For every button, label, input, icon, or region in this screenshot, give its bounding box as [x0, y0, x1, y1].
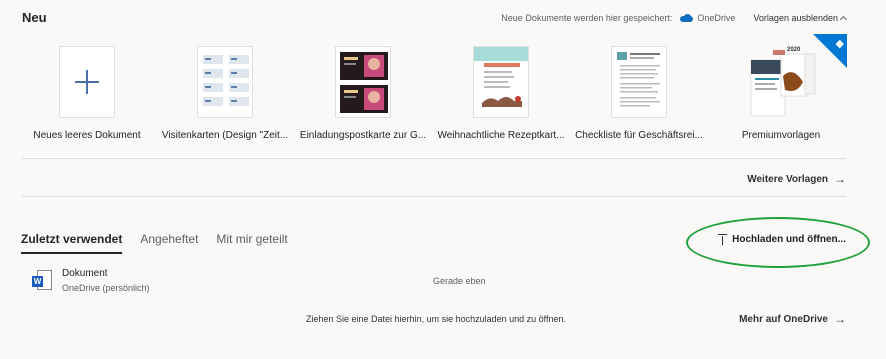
tab-shared[interactable]: Mit mir geteilt: [216, 232, 287, 254]
save-location-name: OneDrive: [697, 13, 736, 23]
template-thumbnail: [611, 46, 667, 118]
template-thumbnail: [197, 46, 253, 118]
template-label: Premiumvorlagen: [741, 130, 821, 141]
file-tabs: Zuletzt verwendet Angeheftet Mit mir get…: [21, 232, 288, 254]
diamond-icon: ◆: [835, 38, 844, 50]
word-document-icon: W: [32, 270, 52, 290]
file-modified-time: Gerade eben: [433, 276, 486, 286]
divider: [22, 196, 846, 197]
chevron-up-icon: [839, 15, 848, 24]
arrow-right-icon: →: [834, 312, 846, 326]
plus-icon: [75, 70, 99, 94]
tab-recent[interactable]: Zuletzt verwendet: [21, 232, 123, 254]
template-business-cards[interactable]: Visitenkarten (Design "Zeit...: [160, 46, 290, 141]
onedrive-cloud-icon: [680, 14, 694, 22]
file-name: Dokument: [62, 268, 108, 279]
template-label: Neues leeres Dokument: [33, 130, 141, 141]
save-location-text: Neue Dokumente werden hier gespeichert:: [501, 13, 673, 23]
more-onedrive-label: Mehr auf OneDrive: [739, 313, 828, 325]
checklist-preview: [617, 52, 660, 107]
hide-templates-button[interactable]: Vorlagen ausblenden: [753, 13, 848, 24]
template-christmas-recipe-card[interactable]: Weihnachtliche Rezeptkart...: [436, 46, 566, 141]
more-onedrive-link[interactable]: Mehr auf OneDrive →: [739, 312, 846, 326]
premium-thumbnail: 2020: [745, 46, 817, 118]
template-travel-checklist[interactable]: Checkliste für Geschäftsrei...: [574, 46, 704, 141]
highlight-oval: [686, 217, 870, 268]
table-row[interactable]: W Dokument OneDrive (persönlich) Gerade …: [30, 266, 850, 296]
more-templates-link[interactable]: Weitere Vorlagen →: [747, 172, 846, 186]
template-thumbnail: [473, 46, 529, 118]
business-cards-preview: [203, 55, 249, 106]
drop-hint: Ziehen Sie eine Datei hierhin, um sie ho…: [306, 314, 567, 324]
template-invitation-postcard[interactable]: Einladungspostkarte zur G...: [298, 46, 428, 141]
invitation-preview: [340, 52, 388, 113]
template-label: Visitenkarten (Design "Zeit...: [161, 130, 289, 141]
template-label: Einladungspostkarte zur G...: [299, 130, 427, 141]
template-label: Checkliste für Geschäftsrei...: [575, 130, 703, 141]
template-thumbnail: [59, 46, 115, 118]
section-title-new: Neu: [22, 10, 47, 25]
tab-pinned[interactable]: Angeheftet: [140, 232, 198, 254]
template-thumbnail: [335, 46, 391, 118]
template-blank-document[interactable]: Neues leeres Dokument: [22, 46, 152, 141]
save-location-bar: Neue Dokumente werden hier gespeichert: …: [501, 13, 848, 24]
premium-year-label: 2020: [787, 47, 801, 53]
template-label: Weihnachtliche Rezeptkart...: [437, 130, 565, 141]
divider: [22, 158, 846, 159]
word-badge: W: [32, 276, 43, 287]
premium-preview: [750, 50, 816, 117]
hide-templates-label: Vorlagen ausblenden: [753, 13, 838, 23]
recipe-card-preview: [474, 47, 528, 107]
more-templates-label: Weitere Vorlagen: [747, 173, 828, 185]
arrow-right-icon: →: [834, 172, 846, 186]
file-location: OneDrive (persönlich): [62, 283, 150, 293]
